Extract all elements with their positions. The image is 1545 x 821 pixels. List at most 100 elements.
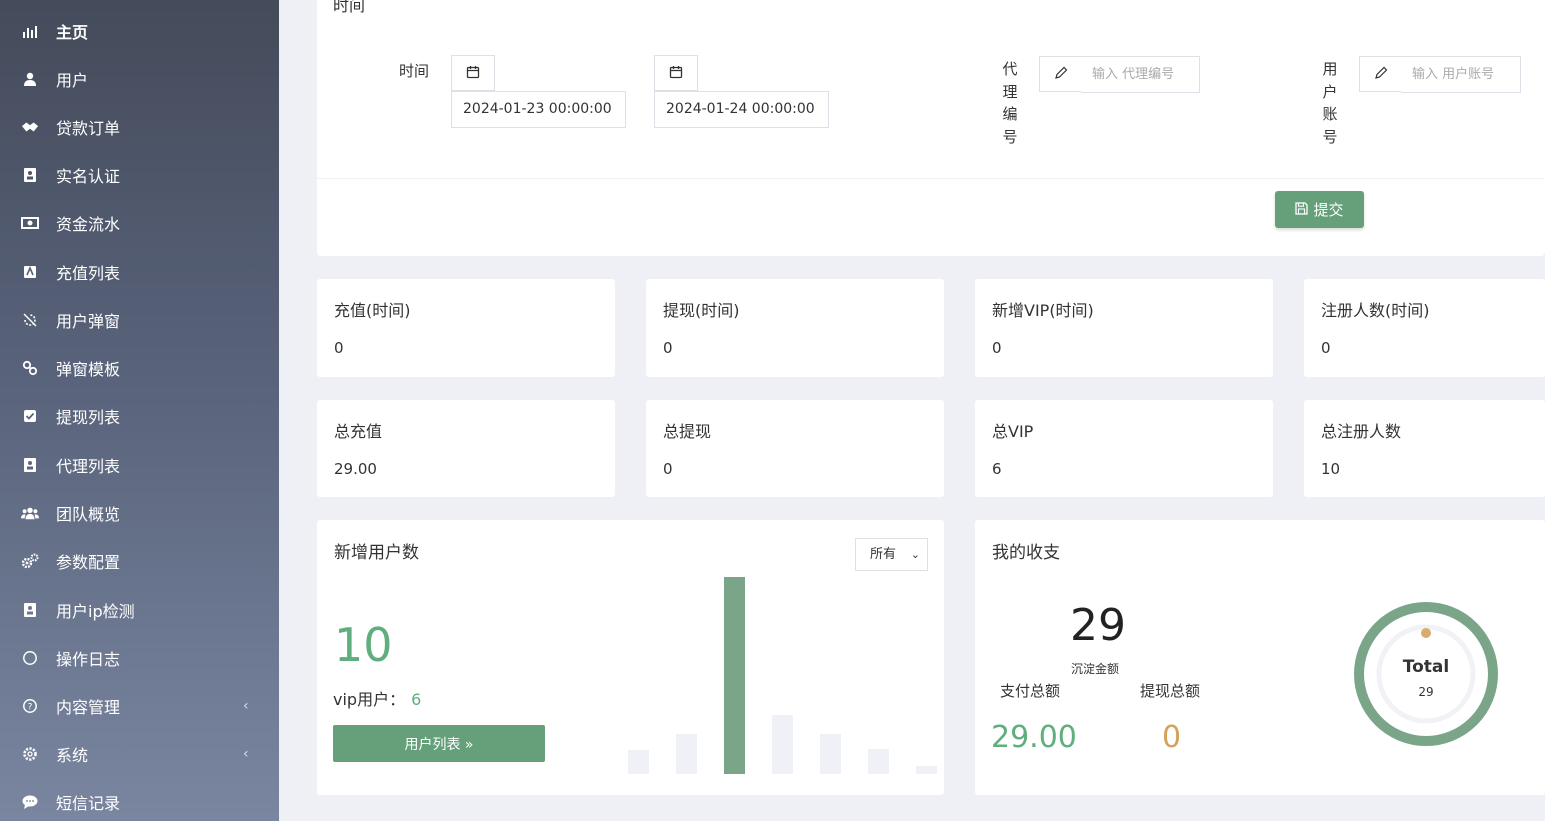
agent-id-input[interactable]: 输入 代理编号 [1081,56,1200,93]
calendar-icon [669,64,683,83]
sidebar-item-recharge-list[interactable]: 充值列表 [0,252,279,292]
sidebar-item-users[interactable]: 用户 [0,59,279,99]
contact-book-icon [21,456,39,474]
sidebar-item-label: 主页 [56,23,89,42]
sidebar-item-label: 弹窗模板 [56,360,121,379]
bar [868,748,889,774]
submit-label: 提交 [1313,201,1344,219]
sidebar-item-user-popup[interactable]: 用户弹窗 [0,300,279,340]
finance-panel: 我的收支 29 沉淀金额 支付总额 提现总额 29.00 0 Total 29 [975,520,1545,795]
sidebar-item-fund-flow[interactable]: 资金流水 [0,203,279,243]
vip-label: vip用户： [333,690,406,709]
end-date-input[interactable]: 2024-01-24 00:00:00 [654,91,829,128]
sidebar-item-loan-orders[interactable]: 贷款订单 [0,107,279,147]
stat-value: 6 [992,460,1002,478]
stat-title: 新增VIP(时间) [992,301,1094,320]
user-account-input[interactable]: 输入 用户账号 [1401,56,1521,93]
bar [628,749,649,774]
stat-title: 总提现 [663,422,712,441]
users-icon [21,504,39,522]
sidebar-item-label: 短信记录 [56,794,121,813]
sidebar-item-label: 用户弹窗 [56,312,121,331]
stat-title: 总充值 [334,422,383,441]
sidebar-item-params[interactable]: 参数配置 [0,541,279,581]
sidebar-item-withdraw-list[interactable]: 提现列表 [0,396,279,436]
sidebar-item-ip-check[interactable]: 用户ip检测 [0,590,279,630]
pay-total-value: 29.00 [991,720,1077,755]
sidebar-item-op-log[interactable]: 操作日志 [0,638,279,678]
bar [772,715,793,774]
stat-title: 总注册人数 [1321,422,1402,441]
sidebar-item-label: 实名认证 [56,167,121,186]
list-icon [21,263,39,281]
calendar-icon [466,64,480,83]
stat-card-total-withdraw: 总提现 0 [646,400,944,497]
sidebar-item-label: 用户ip检测 [56,602,135,621]
save-icon [1295,201,1309,219]
stat-card-total-recharge: 总充值 29.00 [317,400,615,497]
donut-value: 29 [1418,685,1433,699]
start-date-picker-button[interactable] [451,55,495,91]
id-card-icon [21,166,39,184]
range-select[interactable]: 所有 ⌄ [855,538,928,571]
sidebar-item-content[interactable]: ? 内容管理 ‹ [0,686,279,726]
chevron-down-icon: ⌄ [910,548,920,561]
sidebar-item-real-name[interactable]: 实名认证 [0,155,279,195]
agent-id-edit-button[interactable] [1039,56,1082,92]
divider [317,178,1545,179]
withdraw-total-value: 0 [1162,720,1182,755]
stat-card-total-vip: 总VIP 6 [975,400,1273,497]
bar [724,577,745,774]
panel-title: 时间 [333,0,366,15]
stat-value: 10 [1321,460,1341,478]
donut-label: Total [1403,657,1449,677]
user-account-label: 用户账号 [1322,60,1338,146]
handshake-icon [21,118,39,136]
sidebar-item-label: 用户 [56,71,89,90]
stat-value: 0 [663,339,673,357]
start-date-input[interactable]: 2024-01-23 00:00:00 [451,91,626,128]
donut-marker [1421,628,1431,638]
stat-title: 注册人数(时间) [1321,301,1430,320]
total-donut-chart: Total 29 [1354,602,1498,746]
stat-card-vip-period: 新增VIP(时间) 0 [975,279,1273,377]
new-user-count: 10 [334,618,393,672]
time-label: 时间 [399,62,430,80]
stat-card-recharge-period: 充值(时间) 0 [317,279,615,377]
chat-bubble-icon [21,793,39,811]
sidebar: 主页 用户 贷款订单 实名认证 资金流水 充值列表 用户弹窗 弹窗模板 提现列表… [0,0,279,821]
sidebar-item-label: 资金流水 [56,215,121,234]
pencil-icon [1054,65,1068,84]
submit-button[interactable]: 提交 [1275,191,1364,228]
sidebar-item-label: 贷款订单 [56,119,121,138]
user-account-edit-button[interactable] [1359,56,1402,92]
new-users-panel: 新增用户数 所有 ⌄ 10 vip用户： 6 用户列表 » [317,520,944,795]
vip-users-row: vip用户： 6 [333,686,421,710]
stat-value: 0 [663,460,673,478]
chevron-left-icon: ‹ [243,698,249,714]
sidebar-item-label: 代理列表 [56,457,121,476]
user-list-button[interactable]: 用户列表 » [333,725,545,762]
sidebar-item-sms-log[interactable]: 短信记录 [0,782,279,821]
balance-label: 沉淀金额 [1071,662,1120,676]
stat-card-withdraw-period: 提现(时间) 0 [646,279,944,377]
end-date-picker-button[interactable] [654,55,698,91]
bar-chart-icon [21,22,39,40]
stat-value: 0 [1321,339,1331,357]
sidebar-item-system[interactable]: 系统 ‹ [0,734,279,774]
vip-value: 6 [411,690,422,709]
circle-icon [21,649,39,667]
link-icon [21,359,39,377]
sidebar-item-home[interactable]: 主页 [0,11,279,51]
sidebar-item-label: 内容管理 [56,698,121,717]
address-book-icon [21,601,39,619]
bar [676,733,697,774]
check-square-icon [21,407,39,425]
sidebar-item-popup-template[interactable]: 弹窗模板 [0,348,279,388]
withdraw-total-label: 提现总额 [1140,682,1201,700]
panel-title: 新增用户数 [334,543,419,563]
sidebar-item-agent-list[interactable]: 代理列表 [0,445,279,485]
gear-icon [21,745,39,763]
sidebar-item-team-overview[interactable]: 团队概览 [0,493,279,533]
panel-title: 我的收支 [992,543,1060,563]
